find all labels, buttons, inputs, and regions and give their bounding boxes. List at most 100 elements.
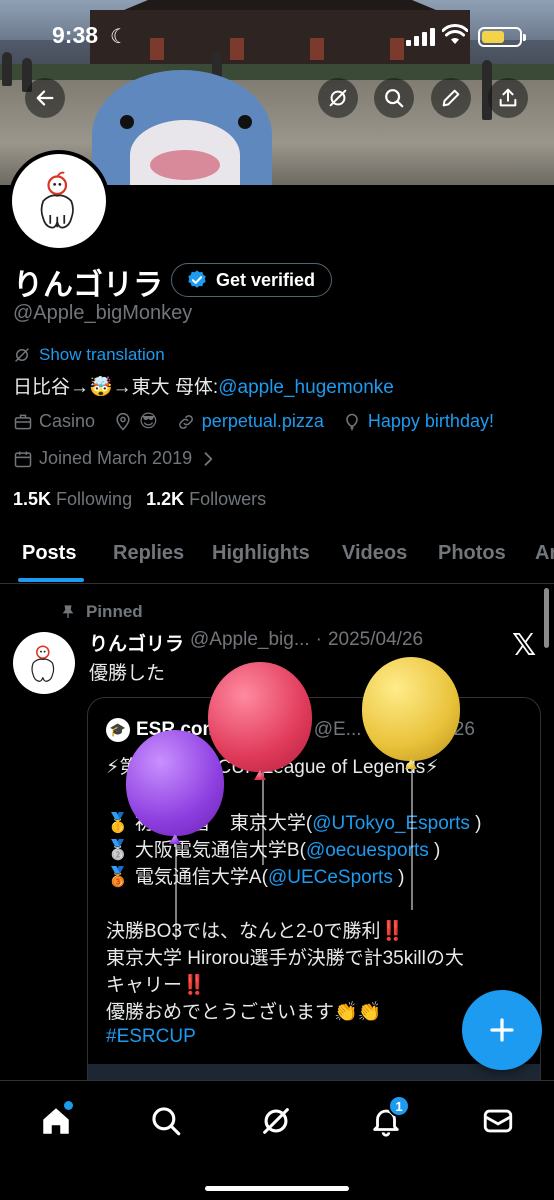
get-verified-label: Get verified bbox=[216, 269, 316, 290]
quote-line: 決勝BO3では、なんと2-0で勝利‼️ bbox=[106, 921, 405, 942]
arrow-left-icon bbox=[36, 90, 54, 106]
post-text: 優勝した bbox=[89, 663, 166, 684]
post-date[interactable]: 2025/04/26 bbox=[328, 629, 423, 656]
display-name: りんゴリラ bbox=[13, 269, 163, 302]
quote-line-text: ) bbox=[469, 813, 482, 834]
status-bar: 9:38 ☾ bbox=[0, 0, 554, 72]
nav-messages[interactable] bbox=[478, 1101, 518, 1141]
quote-line: キャリー‼️ bbox=[106, 975, 206, 996]
search-icon bbox=[152, 1107, 181, 1136]
battery-icon bbox=[478, 27, 526, 47]
quote-line-text: 🥈 大阪電気通信大学B( bbox=[106, 840, 306, 861]
nav-grok[interactable] bbox=[256, 1101, 296, 1141]
tab-articles[interactable]: Ar bbox=[535, 542, 554, 565]
briefcase-icon bbox=[14, 414, 32, 429]
show-translation-label: Show translation bbox=[39, 345, 165, 364]
grok-icon bbox=[15, 348, 29, 362]
yellow-balloon bbox=[362, 657, 460, 761]
user-handle: @Apple_bigMonkey bbox=[13, 302, 193, 324]
post-author-name[interactable]: りんゴリラ bbox=[89, 629, 184, 656]
pin-icon bbox=[62, 605, 74, 618]
quote-mention-link[interactable]: @UTokyo_Esports bbox=[312, 813, 470, 834]
show-translation-link[interactable]: Show translation bbox=[13, 345, 165, 365]
birthday-label[interactable]: Happy birthday! bbox=[368, 411, 494, 432]
link-icon bbox=[178, 414, 193, 429]
joined-row[interactable]: Joined March 2019 bbox=[13, 448, 236, 469]
post-separator: · bbox=[315, 629, 322, 650]
profile-bio: 日比谷→🤯→東大 母体:@apple_hugemonke bbox=[13, 372, 394, 399]
grok-icon bbox=[329, 89, 347, 107]
location-item: 😎 bbox=[113, 411, 158, 432]
category-item: Casino bbox=[13, 411, 95, 432]
bio-text: 日比谷→🤯→東大 母体: bbox=[13, 377, 219, 398]
calendar-icon bbox=[14, 451, 32, 467]
tab-videos[interactable]: Videos bbox=[342, 542, 407, 565]
compose-button[interactable] bbox=[462, 990, 542, 1070]
tab-replies[interactable]: Replies bbox=[113, 542, 184, 565]
quote-mention-link[interactable]: @UECeSports bbox=[268, 867, 393, 888]
followers-link[interactable]: 1.2K Followers bbox=[146, 489, 266, 510]
quote-line-text: ) bbox=[428, 840, 441, 861]
website-link[interactable]: perpetual.pizza bbox=[202, 411, 324, 432]
status-time: 9:38 bbox=[52, 22, 99, 48]
edit-button[interactable] bbox=[431, 78, 471, 118]
follow-stats: 1.5K Following 1.2K Followers bbox=[13, 489, 266, 510]
avatar-drawing bbox=[40, 171, 74, 229]
post-author-avatar[interactable] bbox=[13, 632, 75, 694]
home-indicator bbox=[205, 1186, 349, 1191]
location-pin-icon bbox=[116, 412, 130, 431]
quote-line-text: 🥉 電気通信大学A( bbox=[106, 867, 268, 888]
followers-label: Followers bbox=[189, 489, 267, 509]
quote-line: 東京大学 Hirorou選手が決勝で計35killの大 bbox=[106, 948, 464, 969]
tab-highlights[interactable]: Highlights bbox=[212, 542, 310, 565]
birthday-item[interactable]: Happy birthday! bbox=[342, 411, 494, 432]
quote-line-text: ) bbox=[392, 867, 405, 888]
nav-home[interactable] bbox=[36, 1101, 76, 1141]
share-button[interactable] bbox=[488, 78, 528, 118]
red-balloon bbox=[208, 662, 312, 772]
balloon-icon bbox=[346, 413, 358, 430]
x-logo-icon[interactable]: 𝕏 bbox=[512, 628, 536, 663]
quote-line: 優勝おめでとうございます👏👏 bbox=[106, 1002, 382, 1023]
purple-balloon bbox=[126, 730, 224, 836]
following-count: 1.5K bbox=[13, 489, 52, 509]
scrollbar[interactable] bbox=[544, 588, 549, 648]
banner-shark-eye bbox=[120, 115, 134, 129]
quote-hashtag-link[interactable]: #ESRCUP bbox=[106, 1026, 196, 1048]
get-verified-button[interactable]: Get verified bbox=[171, 263, 333, 297]
search-icon bbox=[385, 89, 404, 108]
back-button[interactable] bbox=[25, 78, 65, 118]
tab-photos[interactable]: Photos bbox=[438, 542, 506, 565]
post-author-handle[interactable]: @Apple_big... bbox=[190, 629, 310, 656]
following-link[interactable]: 1.5K Following bbox=[13, 489, 132, 510]
pencil-icon bbox=[442, 89, 460, 107]
moon-icon: ☾ bbox=[110, 26, 128, 48]
plus-icon bbox=[490, 1018, 514, 1042]
profile-meta-row: Casino 😎 perpetual.pizza Happy birthday! bbox=[13, 411, 512, 432]
search-button[interactable] bbox=[374, 78, 414, 118]
website-item[interactable]: perpetual.pizza bbox=[176, 411, 324, 432]
nav-notifications[interactable]: 1 bbox=[366, 1095, 410, 1141]
wifi-icon bbox=[442, 24, 468, 44]
chevron-right-icon bbox=[204, 451, 213, 466]
bottom-navigation: 1 bbox=[0, 1080, 554, 1200]
following-label: Following bbox=[56, 489, 133, 509]
profile-avatar[interactable] bbox=[8, 150, 110, 252]
grok-button[interactable] bbox=[318, 78, 358, 118]
bio-mention-link[interactable]: @apple_hugemonke bbox=[218, 377, 394, 398]
nav-search[interactable] bbox=[146, 1101, 186, 1141]
balloon-string bbox=[175, 830, 177, 940]
active-tab-indicator bbox=[18, 578, 84, 582]
envelope-icon bbox=[483, 1109, 513, 1133]
category-label: Casino bbox=[39, 411, 96, 431]
joined-item[interactable]: Joined March 2019 bbox=[13, 448, 218, 469]
balloon-string bbox=[411, 755, 413, 910]
tab-posts[interactable]: Posts bbox=[22, 542, 76, 565]
home-unread-dot bbox=[64, 1101, 73, 1110]
pinned-label: Pinned bbox=[86, 602, 143, 621]
banner-shark-eye bbox=[238, 115, 252, 129]
share-icon bbox=[499, 88, 517, 107]
pinned-label-row: Pinned bbox=[60, 602, 143, 622]
notification-count-badge: 1 bbox=[388, 1095, 410, 1117]
joined-label: Joined March 2019 bbox=[39, 448, 193, 468]
